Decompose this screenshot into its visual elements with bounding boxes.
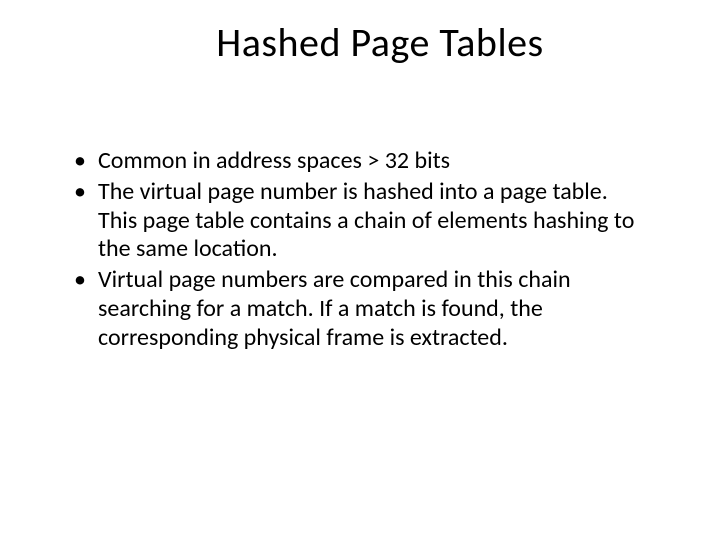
slide-container: Hashed Page Tables Common in address spa…	[0, 0, 720, 540]
slide-title: Hashed Page Tables	[110, 18, 650, 67]
bullet-item: Virtual page numbers are compared in thi…	[70, 266, 650, 352]
bullet-item: Common in address spaces > 32 bits	[70, 147, 650, 176]
bullet-list: Common in address spaces > 32 bits The v…	[70, 147, 650, 353]
bullet-item: The virtual page number is hashed into a…	[70, 178, 650, 264]
slide-content: Common in address spaces > 32 bits The v…	[70, 147, 650, 353]
